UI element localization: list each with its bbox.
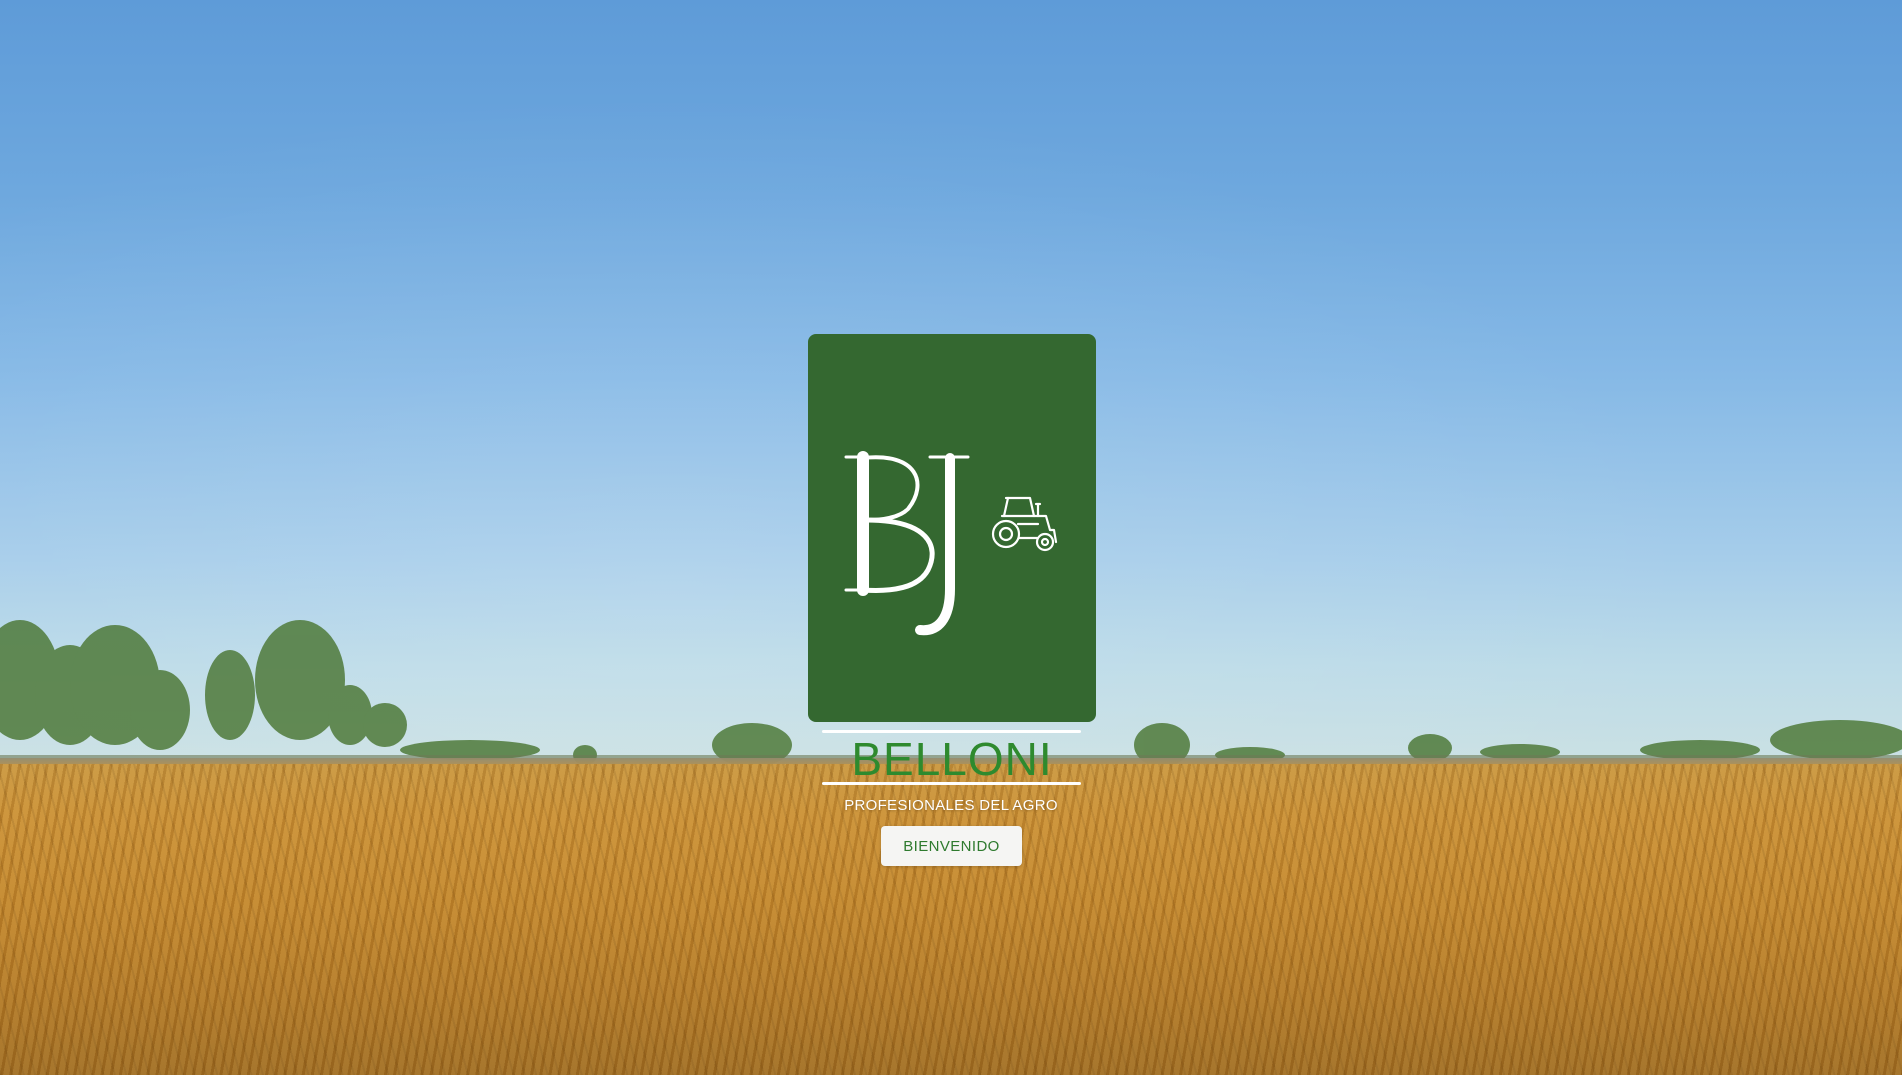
landing-content: BELLONI PROFESIONALES DEL AGRO BIENVENID… [0,0,1902,1075]
tractor-icon [991,496,1058,552]
logo-card [808,334,1096,722]
brand-tagline: PROFESIONALES DEL AGRO [844,797,1058,814]
divider-bottom [822,782,1081,785]
welcome-button[interactable]: BIENVENIDO [881,826,1022,866]
brand-name: BELLONI [851,733,1053,785]
